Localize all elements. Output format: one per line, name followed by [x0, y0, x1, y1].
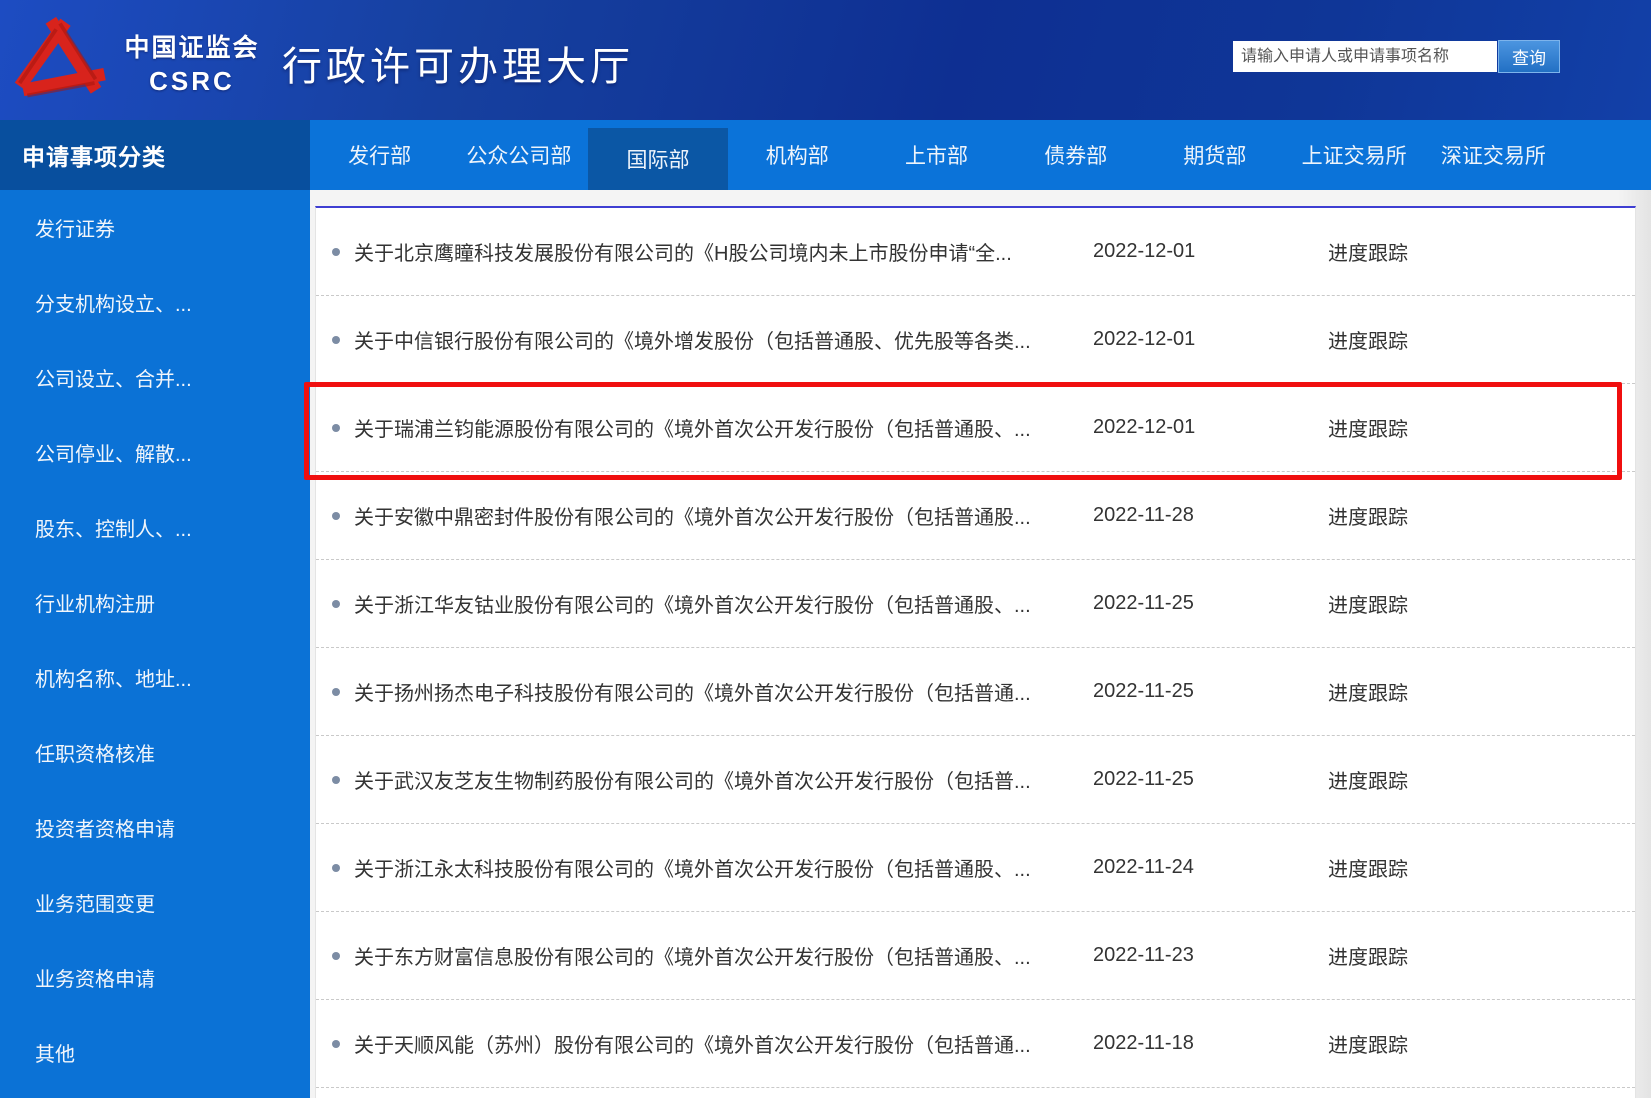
application-list: 关于北京鹰瞳科技发展股份有限公司的《H股公司境内未上市股份申请“全... 202… [315, 206, 1636, 1098]
sidebar-category-item[interactable]: 投资者资格申请 [0, 790, 310, 865]
bullet-icon [332, 600, 340, 608]
progress-tracking-link[interactable]: 进度跟踪 [1328, 589, 1414, 618]
progress-tracking-link[interactable]: 进度跟踪 [1328, 501, 1414, 530]
search-button[interactable]: 查询 [1498, 40, 1560, 73]
sidebar-category-item[interactable]: 公司设立、合并... [0, 340, 310, 415]
bullet-icon [332, 248, 340, 256]
list-item-row: 关于天顺风能（苏州）股份有限公司的《境外首次公开发行股份（包括普通... 202… [316, 1000, 1635, 1088]
search-box: 查询 [1233, 40, 1560, 73]
application-date: 2022-12-01 [1093, 328, 1203, 351]
department-tab[interactable]: 上市部 [867, 120, 1006, 190]
page-title: 行政许可办理大厅 [282, 34, 634, 92]
progress-tracking-link[interactable]: 进度跟踪 [1328, 765, 1414, 794]
application-date: 2022-11-18 [1093, 1032, 1203, 1055]
application-title-link[interactable]: 关于北京鹰瞳科技发展股份有限公司的《H股公司境内未上市股份申请“全... [354, 237, 1093, 266]
progress-tracking-link[interactable]: 进度跟踪 [1328, 677, 1414, 706]
application-date: 2022-11-25 [1093, 592, 1203, 615]
application-title-link[interactable]: 关于安徽中鼎密封件股份有限公司的《境外首次公开发行股份（包括普通股... [354, 501, 1093, 530]
list-item-row: 关于瑞浦兰钧能源股份有限公司的《境外首次公开发行股份（包括普通股、... 202… [316, 384, 1635, 472]
list-item-row: 关于扬州扬杰电子科技股份有限公司的《境外首次公开发行股份（包括普通... 202… [316, 648, 1635, 736]
application-date: 2022-11-24 [1093, 856, 1203, 879]
top-banner: 中国证监会 CSRC 行政许可办理大厅 查询 [0, 0, 1651, 120]
sidebar-category-item[interactable]: 其他 [0, 1015, 310, 1090]
content-area: 关于北京鹰瞳科技发展股份有限公司的《H股公司境内未上市股份申请“全... 202… [310, 190, 1651, 1098]
sidebar-category-item[interactable]: 公司停业、解散... [0, 415, 310, 490]
bullet-icon [332, 1040, 340, 1048]
application-date: 2022-11-23 [1093, 944, 1203, 967]
search-input[interactable] [1233, 41, 1497, 72]
bullet-icon [332, 336, 340, 344]
application-title-link[interactable]: 关于东方财富信息股份有限公司的《境外首次公开发行股份（包括普通股、... [354, 941, 1093, 970]
application-title-link[interactable]: 关于浙江永太科技股份有限公司的《境外首次公开发行股份（包括普通股、... [354, 853, 1093, 882]
list-item-row: 关于武汉友芝友生物制药股份有限公司的《境外首次公开发行股份（包括普... 202… [316, 736, 1635, 824]
department-tab[interactable]: 期货部 [1145, 120, 1284, 190]
list-item-row: 关于中信银行股份有限公司的《境外增发股份（包括普通股、优先股等各类... 202… [316, 296, 1635, 384]
application-date: 2022-11-25 [1093, 768, 1203, 791]
bullet-icon [332, 776, 340, 784]
department-tab[interactable]: 债券部 [1006, 120, 1145, 190]
bullet-icon [332, 424, 340, 432]
application-title-link[interactable]: 关于瑞浦兰钧能源股份有限公司的《境外首次公开发行股份（包括普通股、... [354, 413, 1093, 442]
sidebar-category-item[interactable]: 股东、控制人、... [0, 490, 310, 565]
list-item-row: 关于浙江华友钴业股份有限公司的《境外首次公开发行股份（包括普通股、... 202… [316, 560, 1635, 648]
department-tab[interactable]: 机构部 [728, 120, 867, 190]
progress-tracking-link[interactable]: 进度跟踪 [1328, 413, 1414, 442]
org-name-block: 中国证监会 CSRC [112, 28, 272, 97]
progress-tracking-link[interactable]: 进度跟踪 [1328, 853, 1414, 882]
department-tab[interactable]: 上证交易所 [1285, 120, 1424, 190]
department-tab[interactable]: 深证交易所 [1424, 120, 1563, 190]
application-title-link[interactable]: 关于扬州扬杰电子科技股份有限公司的《境外首次公开发行股份（包括普通... [354, 677, 1093, 706]
application-title-link[interactable]: 关于天顺风能（苏州）股份有限公司的《境外首次公开发行股份（包括普通... [354, 1029, 1093, 1058]
department-tab[interactable]: 国际部 [588, 128, 727, 190]
department-tab[interactable]: 公众公司部 [449, 120, 588, 190]
department-tab[interactable]: 发行部 [310, 120, 449, 190]
sidebar-category-list: 发行证券 分支机构设立、... 公司设立、合并... 公司停业、解散... 股东… [0, 190, 310, 1090]
application-title-link[interactable]: 关于中信银行股份有限公司的《境外增发股份（包括普通股、优先股等各类... [354, 325, 1093, 354]
application-date: 2022-11-25 [1093, 680, 1203, 703]
org-name-en: CSRC [112, 66, 272, 97]
application-date: 2022-12-01 [1093, 240, 1203, 263]
progress-tracking-link[interactable]: 进度跟踪 [1328, 325, 1414, 354]
department-tabs: 发行部 公众公司部 国际部 机构部 上市部 债券部 期货部 上证交易所 深证交易… [310, 120, 1651, 190]
csrc-logo-icon [8, 6, 112, 114]
progress-tracking-link[interactable]: 进度跟踪 [1328, 237, 1414, 266]
csrc-licensing-page: 中国证监会 CSRC 行政许可办理大厅 查询 申请事项分类 发行证券 分支机构设… [0, 0, 1651, 1098]
progress-tracking-link[interactable]: 进度跟踪 [1328, 1029, 1414, 1058]
bullet-icon [332, 688, 340, 696]
list-item-row: 关于浙江永太科技股份有限公司的《境外首次公开发行股份（包括普通股、... 202… [316, 824, 1635, 912]
bullet-icon [332, 512, 340, 520]
application-title-link[interactable]: 关于武汉友芝友生物制药股份有限公司的《境外首次公开发行股份（包括普... [354, 765, 1093, 794]
sidebar: 申请事项分类 发行证券 分支机构设立、... 公司设立、合并... 公司停业、解… [0, 120, 310, 1098]
bullet-icon [332, 952, 340, 960]
sidebar-category-item[interactable]: 业务范围变更 [0, 865, 310, 940]
list-item-row: 关于安徽中鼎密封件股份有限公司的《境外首次公开发行股份（包括普通股... 202… [316, 472, 1635, 560]
sidebar-category-item[interactable]: 机构名称、地址... [0, 640, 310, 715]
csrc-triangle-logo-icon [12, 12, 108, 108]
sidebar-category-item[interactable]: 行业机构注册 [0, 565, 310, 640]
list-item-row: 关于东方财富信息股份有限公司的《境外首次公开发行股份（包括普通股、... 202… [316, 912, 1635, 1000]
sidebar-title: 申请事项分类 [0, 120, 310, 190]
application-date: 2022-11-28 [1093, 504, 1203, 527]
list-item-row: 关于北京鹰瞳科技发展股份有限公司的《H股公司境内未上市股份申请“全... 202… [316, 208, 1635, 296]
sidebar-category-item[interactable]: 分支机构设立、... [0, 265, 310, 340]
application-date: 2022-12-01 [1093, 416, 1203, 439]
progress-tracking-link[interactable]: 进度跟踪 [1328, 941, 1414, 970]
sidebar-category-item[interactable]: 业务资格申请 [0, 940, 310, 1015]
bullet-icon [332, 864, 340, 872]
sidebar-category-item[interactable]: 任职资格核准 [0, 715, 310, 790]
sidebar-category-item[interactable]: 发行证券 [0, 190, 310, 265]
application-title-link[interactable]: 关于浙江华友钴业股份有限公司的《境外首次公开发行股份（包括普通股、... [354, 589, 1093, 618]
org-name-cn: 中国证监会 [112, 28, 272, 64]
